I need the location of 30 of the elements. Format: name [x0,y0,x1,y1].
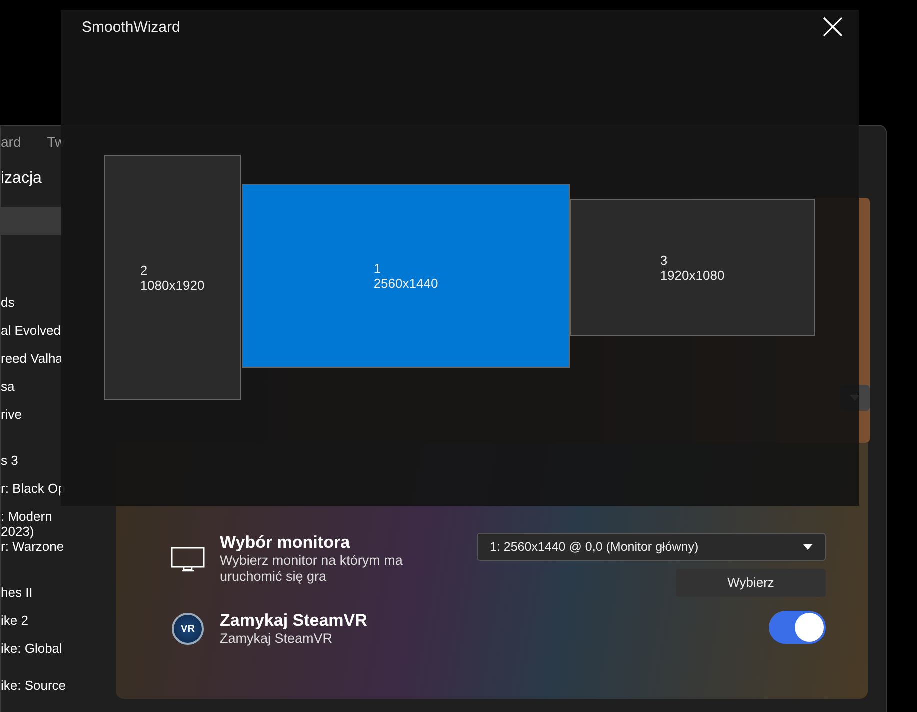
monitor-number: 2 [140,262,149,278]
select-button[interactable]: Wybierz [676,569,826,597]
toggle-switch[interactable] [769,611,826,644]
monitor-tile[interactable]: 3 1920x1080 [570,199,815,336]
monitor-resolution: 1080x1920 [140,278,205,292]
monitor-resolution: 1920x1080 [660,268,725,282]
option-title: Zamykaj SteamVR [220,611,368,631]
monitor-tile[interactable]: 1 2560x1440 [242,184,570,368]
monitor-resolution: 2560x1440 [374,276,438,291]
option-title: Wybór monitora [220,533,352,553]
sidebar-item[interactable]: ike: Global [1,641,97,669]
menu-item[interactable]: ard [1,132,22,152]
sidebar-item[interactable]: : Modern 2023) [1,509,97,539]
option-description: Wybierz monitor na którym ma uruchomić się gra [220,553,404,585]
menu-item[interactable]: Tw [47,132,66,152]
monitor-number: 3 [660,252,669,268]
monitor-icon [171,547,205,573]
sidebar-item[interactable]: hes II [1,585,97,613]
dialog-title: SmoothWizard [82,18,180,38]
sidebar-item[interactable]: r: Warzone [1,539,97,567]
sidebar-item[interactable]: ike 2 [1,613,97,641]
vr-icon: VR [172,613,204,645]
monitor-tile[interactable]: 2 1080x1920 [104,155,241,400]
monitor-dropdown[interactable]: 1: 2560x1440 @ 0,0 (Monitor główny) [477,533,826,561]
option-description: Zamykaj SteamVR [220,631,334,647]
sidebar-title: izacja [1,169,43,189]
sidebar-item[interactable]: ike: Source [1,678,97,706]
caret-icon [803,544,813,550]
monitor-number: 1 [374,261,382,276]
close-icon[interactable] [823,17,843,37]
